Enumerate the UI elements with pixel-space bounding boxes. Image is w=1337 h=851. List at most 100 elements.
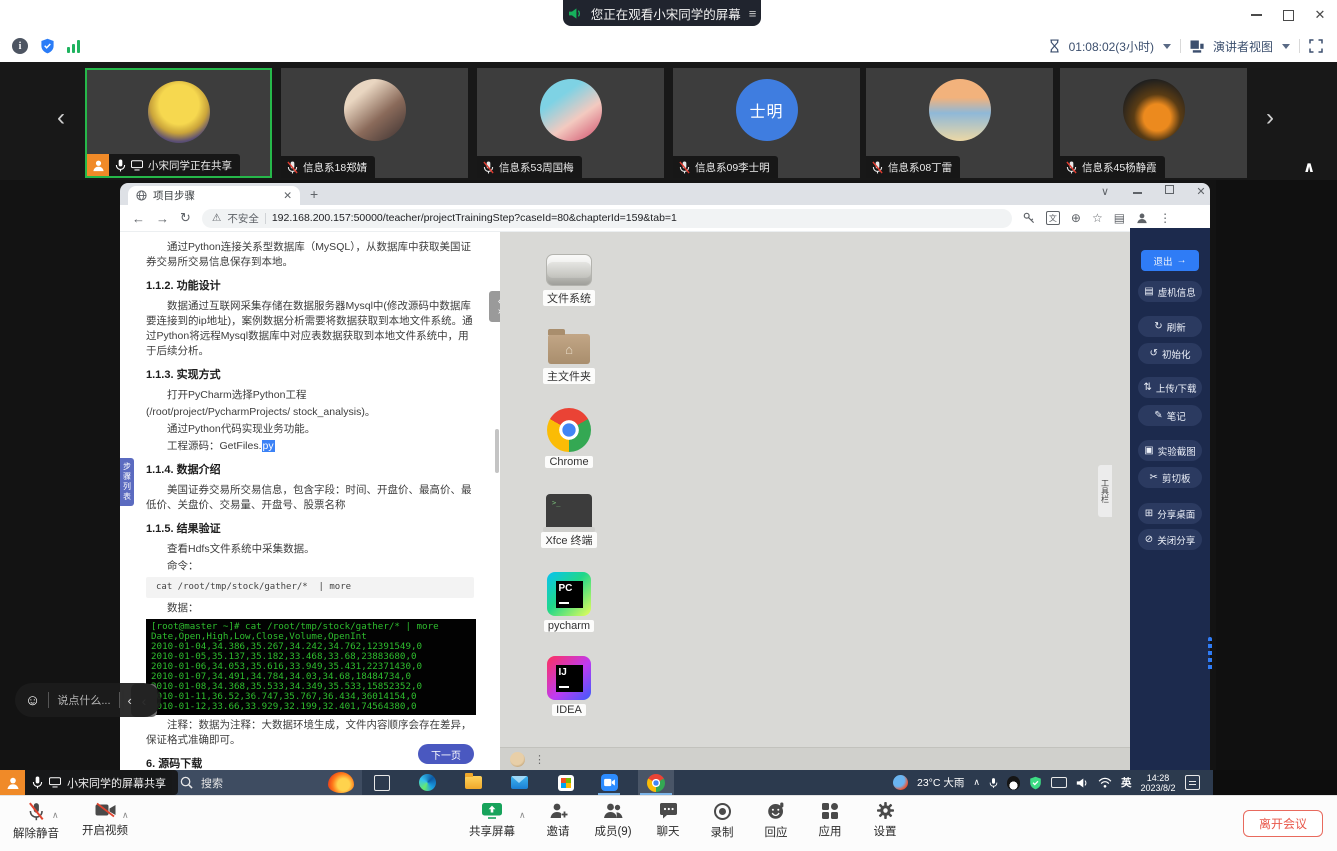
- screenshot-button[interactable]: ▣实验截图: [1138, 440, 1202, 461]
- participant-name: 信息系53周国梅: [499, 160, 574, 175]
- tray-keyboard-icon[interactable]: [1051, 777, 1067, 788]
- task-view-icon[interactable]: [372, 773, 391, 792]
- chrome-taskbar-icon[interactable]: [638, 770, 674, 795]
- tray-mic-icon[interactable]: [989, 777, 998, 789]
- share-screen-button[interactable]: 共享屏幕: [460, 802, 524, 839]
- dock-menu-icon[interactable]: ⋮: [534, 753, 545, 766]
- chat-collapse-icon[interactable]: ‹: [128, 693, 132, 708]
- edge-icon[interactable]: [418, 773, 437, 792]
- back-icon[interactable]: ←: [132, 211, 145, 226]
- participant-tile[interactable]: 士明 信息系09李士明: [673, 68, 860, 178]
- desktop-icon-home[interactable]: ⌂ 主文件夹: [521, 328, 617, 384]
- meeting-info-icon[interactable]: i: [12, 38, 28, 54]
- notes-button[interactable]: ✎笔记: [1138, 405, 1202, 426]
- share-desktop-button[interactable]: ⊞分享桌面: [1138, 503, 1202, 524]
- strip-next-arrow[interactable]: ›: [1266, 106, 1274, 130]
- security-label: 不安全: [227, 211, 259, 226]
- strip-collapse-chevron[interactable]: ∧: [1303, 158, 1315, 176]
- emoji-icon[interactable]: ☺: [25, 692, 40, 709]
- weather-text[interactable]: 23°C 大雨: [917, 775, 964, 790]
- tray-speaker-icon[interactable]: [1076, 777, 1089, 789]
- notification-center-icon[interactable]: [1185, 775, 1200, 790]
- view-mode-label[interactable]: 演讲者视图: [1213, 38, 1273, 55]
- next-page-button[interactable]: 下一页: [418, 744, 474, 764]
- leave-meeting-button[interactable]: 离开会议: [1243, 810, 1323, 837]
- video-options-chevron[interactable]: ∧: [122, 810, 129, 821]
- reload-icon[interactable]: ↻: [180, 210, 191, 226]
- desktop-icon-pycharm[interactable]: PC pycharm: [521, 572, 617, 632]
- browser-tab[interactable]: 项目步骤 ✕: [128, 186, 300, 205]
- desktop-icon-chrome[interactable]: Chrome: [521, 408, 617, 468]
- taskbar-weather-flame-icon[interactable]: [328, 772, 354, 793]
- forward-icon[interactable]: →: [156, 211, 169, 226]
- chat-placeholder[interactable]: 说点什么...: [57, 692, 110, 708]
- blue-scroll-indicator[interactable]: [1208, 637, 1212, 671]
- bookmark-star-icon[interactable]: ☆: [1092, 211, 1103, 225]
- zoom-icon[interactable]: ⊕: [1071, 211, 1081, 225]
- invite-icon: [549, 802, 568, 819]
- participant-tile[interactable]: 信息系18郑婧: [281, 68, 468, 178]
- browser-maximize-button[interactable]: [1159, 185, 1179, 197]
- window-close-button[interactable]: ✕: [1307, 5, 1333, 25]
- dock-avatar[interactable]: [510, 752, 525, 767]
- chat-quick-input[interactable]: ☺ 说点什么... ‹: [15, 683, 161, 717]
- strip-prev-arrow[interactable]: ‹: [57, 106, 65, 130]
- view-mode-caret-icon[interactable]: [1282, 44, 1290, 49]
- fullscreen-icon[interactable]: [1309, 39, 1323, 53]
- banner-menu-icon[interactable]: ≡: [749, 6, 757, 21]
- window-maximize-button[interactable]: [1275, 5, 1301, 25]
- tab-close-icon[interactable]: ✕: [283, 190, 292, 202]
- desktop-icon-idea[interactable]: IJ IDEA: [521, 656, 617, 716]
- desktop-icon-filesystem[interactable]: 文件系统: [521, 248, 617, 306]
- init-button[interactable]: ↺初始化: [1138, 343, 1202, 364]
- participant-tile[interactable]: 信息系08丁雷: [866, 68, 1053, 178]
- mail-icon[interactable]: [510, 773, 529, 792]
- refresh-button[interactable]: ↻刷新: [1138, 316, 1202, 337]
- password-key-icon[interactable]: [1023, 212, 1035, 224]
- qq-icon[interactable]: [1007, 776, 1020, 790]
- avatar: [1123, 79, 1185, 141]
- doc-scrollbar-thumb[interactable]: [495, 429, 499, 473]
- upload-download-button[interactable]: ⇅上传/下载: [1138, 377, 1202, 398]
- exit-button[interactable]: 退出→: [1141, 250, 1199, 271]
- steps-list-tab[interactable]: 步骤列表: [120, 458, 134, 506]
- timer-caret-icon[interactable]: [1163, 44, 1171, 49]
- window-minimize-button[interactable]: [1243, 5, 1269, 25]
- translate-icon[interactable]: 文: [1046, 211, 1060, 225]
- new-tab-button[interactable]: +: [310, 186, 318, 202]
- participant-tile-xiaosong[interactable]: 小宋同学正在共享: [85, 68, 272, 178]
- desktop-icon-terminal[interactable]: >_ Xfce 终端: [521, 490, 617, 548]
- reading-list-icon[interactable]: ▤: [1114, 211, 1125, 225]
- stop-share-button[interactable]: ⊘关闭分享: [1138, 529, 1202, 550]
- taskbar-clock[interactable]: 14:282023/8/2: [1140, 773, 1175, 793]
- unmute-button[interactable]: 解除静音: [4, 802, 68, 841]
- tray-expand-icon[interactable]: ∧: [973, 777, 980, 788]
- harddrive-icon: [546, 254, 592, 286]
- tray-network-icon[interactable]: [1098, 777, 1112, 788]
- clipboard-button[interactable]: ✂剪切板: [1138, 467, 1202, 488]
- members-icon: [603, 802, 624, 819]
- meeting-app-icon[interactable]: [600, 773, 619, 792]
- browser-minimize-button[interactable]: [1127, 185, 1147, 197]
- security-shield-icon[interactable]: [40, 38, 55, 54]
- idea-icon: IJ: [547, 656, 591, 700]
- file-explorer-icon[interactable]: [464, 773, 483, 792]
- weather-tray-icon[interactable]: [893, 775, 908, 790]
- browser-close-button[interactable]: ✕: [1191, 185, 1211, 198]
- input-language-indicator[interactable]: 英: [1121, 775, 1132, 790]
- participant-tile[interactable]: 信息系53周国梅: [477, 68, 664, 178]
- doc-panel: 通过Python连接关系型数据库（MySQL），从数据库中获取美国证券交易所交易…: [120, 232, 500, 770]
- address-bar[interactable]: ⚠ 不安全 192.168.200.157:50000/teacher/proj…: [202, 209, 1012, 228]
- profile-icon[interactable]: [1136, 212, 1148, 224]
- toolbar-tab[interactable]: 工具栏: [1098, 465, 1112, 517]
- settings-button[interactable]: 设置: [853, 802, 917, 839]
- mute-options-chevron[interactable]: ∧: [52, 810, 59, 821]
- tray-shield-icon[interactable]: [1029, 776, 1042, 790]
- tab-title: 项目步骤: [153, 188, 277, 203]
- share-options-chevron[interactable]: ∧: [519, 810, 526, 821]
- vm-info-button[interactable]: ▤虚机信息: [1138, 281, 1202, 302]
- browser-menu-icon[interactable]: ⋮: [1159, 211, 1171, 225]
- store-icon[interactable]: [556, 773, 575, 792]
- browser-dropdown-icon[interactable]: ∨: [1095, 185, 1115, 198]
- participant-tile[interactable]: 信息系45杨静霞: [1060, 68, 1247, 178]
